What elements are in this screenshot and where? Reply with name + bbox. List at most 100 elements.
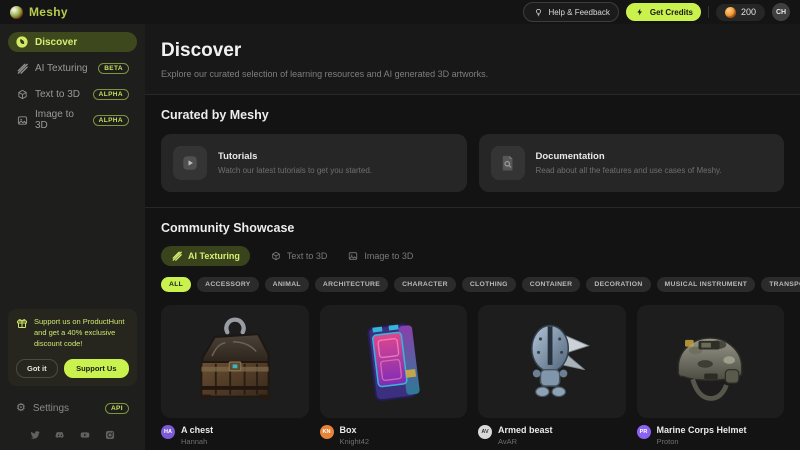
artwork-image-chest	[161, 305, 309, 418]
topbar-actions: Help & Feedback Get Credits 200 CH	[523, 2, 790, 22]
tab-image-to-3d[interactable]: Image to 3D	[347, 250, 413, 262]
artwork-author: AvAR	[498, 437, 553, 446]
user-avatar[interactable]: CH	[772, 3, 790, 21]
artwork-title: Marine Corps Helmet	[657, 425, 747, 435]
filter-chip-accessory[interactable]: ACCESSORY	[197, 277, 259, 292]
lightning-bolt-icon	[634, 6, 646, 18]
discord-icon[interactable]	[55, 430, 65, 440]
coin-icon	[725, 7, 736, 18]
filter-chip-architecture[interactable]: ARCHITECTURE	[315, 277, 388, 292]
filter-chip-animal[interactable]: ANIMAL	[265, 277, 309, 292]
discover-compass-icon	[16, 36, 28, 48]
author-avatar[interactable]: PR	[637, 425, 651, 439]
sidebar-item-label: AI Texturing	[35, 63, 88, 74]
tab-text-to-3d[interactable]: Text to 3D	[270, 250, 328, 262]
page-subtitle: Explore our curated selection of learnin…	[161, 69, 784, 79]
sidebar: Discover AI Texturing BETA Text to 3D	[0, 24, 145, 450]
cube-icon	[16, 88, 28, 100]
cube-icon	[270, 250, 282, 262]
get-credits-button[interactable]: Get Credits	[626, 3, 701, 21]
artwork-image-helmet	[637, 305, 785, 418]
artwork-card-marine-corps-helmet[interactable]: PR Marine Corps Helmet Proton	[637, 305, 785, 446]
producthunt-promo-card: Support us on ProductHunt and get a 40% …	[8, 309, 137, 386]
filter-chip-character[interactable]: CHARACTER	[394, 277, 456, 292]
filter-chip-musical-instrument[interactable]: MUSICAL INSTRUMENT	[657, 277, 756, 292]
promo-text: Support us on ProductHunt and get a 40% …	[34, 317, 129, 350]
artwork-title: Box	[340, 425, 370, 435]
gift-icon	[16, 317, 28, 329]
help-feedback-button[interactable]: Help & Feedback	[523, 2, 618, 22]
page-header: Discover Explore our curated selection o…	[145, 24, 800, 95]
sidebar-item-label: Image to 3D	[35, 109, 86, 131]
gear-icon: ⚙	[16, 403, 26, 414]
filter-chip-container[interactable]: CONTAINER	[522, 277, 581, 292]
documentation-description: Read about all the features and use case…	[536, 166, 722, 175]
main-content: Discover Explore our curated selection o…	[145, 24, 800, 450]
tab-ai-texturing[interactable]: AI Texturing	[161, 246, 250, 266]
topbar-divider	[708, 6, 709, 18]
filter-chip-transportation[interactable]: TRANSPORTATION	[761, 277, 800, 292]
youtube-icon[interactable]	[80, 430, 90, 440]
play-video-icon	[173, 146, 207, 180]
tutorials-title: Tutorials	[218, 151, 372, 162]
artwork-card-a-chest[interactable]: HA A chest Hannah	[161, 305, 309, 446]
artwork-image-armed-beast	[478, 305, 626, 418]
artwork-card-box[interactable]: KN Box Knight42	[320, 305, 468, 446]
category-filters: ALL ACCESSORY ANIMAL ARCHITECTURE CHARAC…	[161, 277, 784, 292]
sidebar-item-image-to-3d[interactable]: Image to 3D ALPHA	[8, 110, 137, 130]
got-it-button[interactable]: Got it	[16, 359, 58, 378]
lightbulb-icon	[532, 6, 544, 18]
filter-chip-all[interactable]: ALL	[161, 277, 191, 292]
image-icon	[347, 250, 359, 262]
meshy-logo[interactable]: Meshy	[10, 5, 68, 19]
author-avatar[interactable]: AV	[478, 425, 492, 439]
sidebar-item-settings[interactable]: ⚙ Settings API	[8, 398, 137, 418]
texture-brush-icon	[16, 62, 28, 74]
artwork-image-box	[320, 305, 468, 418]
author-avatar[interactable]: HA	[161, 425, 175, 439]
tutorials-card[interactable]: Tutorials Watch our latest tutorials to …	[161, 134, 467, 192]
showcase-heading: Community Showcase	[161, 221, 784, 235]
community-showcase-section: Community Showcase AI Texturing	[145, 208, 800, 450]
sidebar-item-label: Discover	[35, 37, 77, 48]
tutorials-description: Watch our latest tutorials to get you st…	[218, 166, 372, 175]
image-icon	[16, 114, 28, 126]
artwork-author: Hannah	[181, 437, 213, 446]
artwork-title: Armed beast	[498, 425, 553, 435]
twitter-icon[interactable]	[30, 430, 40, 440]
document-search-icon	[491, 146, 525, 180]
artwork-author: Proton	[657, 437, 747, 446]
sidebar-spacer	[8, 136, 137, 309]
filter-chip-decoration[interactable]: DECORATION	[586, 277, 650, 292]
support-us-button[interactable]: Support Us	[64, 359, 129, 378]
credits-count: 200	[741, 7, 756, 17]
curated-heading: Curated by Meshy	[161, 108, 784, 122]
artwork-card-armed-beast[interactable]: AV Armed beast AvAR	[478, 305, 626, 446]
sidebar-item-text-to-3d[interactable]: Text to 3D ALPHA	[8, 84, 137, 104]
artwork-grid: HA A chest Hannah	[161, 305, 784, 446]
instagram-icon[interactable]	[105, 430, 115, 440]
curated-section: Curated by Meshy Tutorials Watch our lat…	[145, 95, 800, 208]
meshy-app: Meshy Help & Feedback Get Credits	[0, 0, 800, 450]
artwork-title: A chest	[181, 425, 213, 435]
credits-balance[interactable]: 200	[716, 4, 765, 21]
meshy-logo-text: Meshy	[29, 5, 68, 19]
author-avatar[interactable]: KN	[320, 425, 334, 439]
filter-chip-clothing[interactable]: CLOTHING	[462, 277, 516, 292]
settings-label: Settings	[33, 403, 69, 414]
social-links	[8, 426, 137, 442]
texture-brush-icon	[171, 250, 183, 262]
sidebar-item-label: Text to 3D	[35, 89, 80, 100]
beta-badge: BETA	[98, 63, 129, 74]
app-shell: Discover AI Texturing BETA Text to 3D	[0, 24, 800, 450]
sidebar-item-ai-texturing[interactable]: AI Texturing BETA	[8, 58, 137, 78]
sidebar-item-discover[interactable]: Discover	[8, 32, 137, 52]
alpha-badge: ALPHA	[93, 89, 129, 100]
page-title: Discover	[161, 40, 784, 62]
showcase-tabs: AI Texturing Text to 3D	[161, 246, 784, 266]
top-bar: Meshy Help & Feedback Get Credits	[0, 0, 800, 24]
documentation-card[interactable]: Documentation Read about all the feature…	[479, 134, 785, 192]
alpha-badge: ALPHA	[93, 115, 129, 126]
artwork-author: Knight42	[340, 437, 370, 446]
documentation-title: Documentation	[536, 151, 722, 162]
